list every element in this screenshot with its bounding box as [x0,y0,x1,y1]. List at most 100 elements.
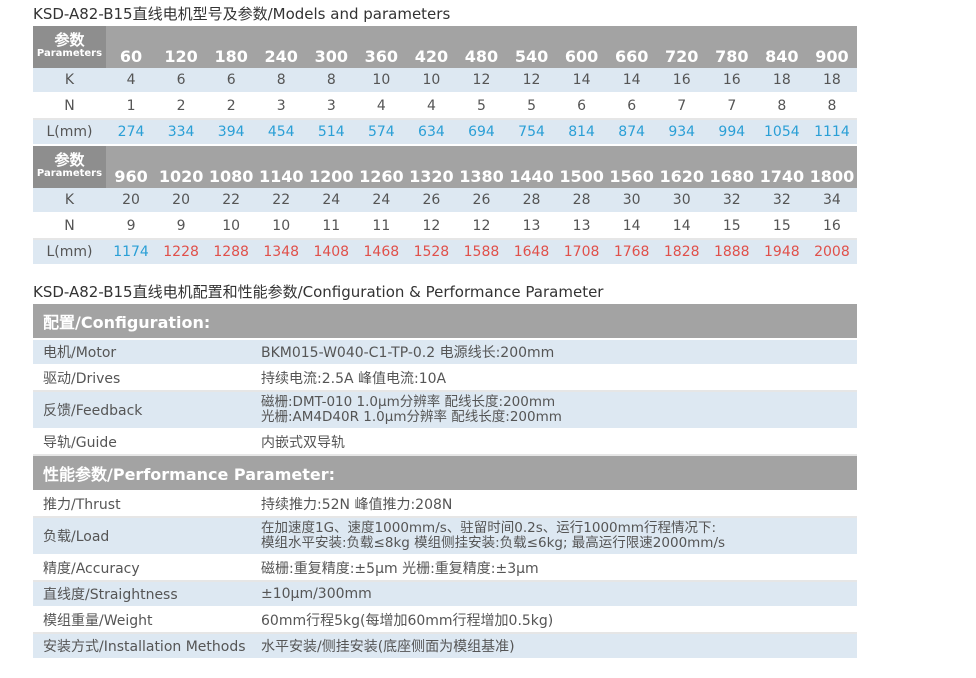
cell-k: 26 [406,188,457,214]
cell-k: 30 [606,188,657,214]
cell-k: 18 [806,68,857,94]
stroke-value: 660 [606,26,657,68]
stroke-value: 300 [306,26,357,68]
cell-k: 30 [656,188,707,214]
config-row-motor: 电机/Motor BKM015-W040-C1-TP-0.2 电源线长:200m… [33,339,857,366]
stroke-value: 840 [756,26,807,68]
cell-k: 12 [456,68,507,94]
cell-l: 1348 [256,239,307,266]
cell-l: 1054 [756,119,807,146]
thrust-value: 持续推力:52N 峰值推力:208N [251,491,857,518]
row-label-n: N [33,213,106,240]
stroke-value: 1260 [356,145,407,188]
cell-l: 934 [656,119,707,146]
cell-n: 14 [606,213,657,240]
straightness-value: ±10μm/300mm [251,581,857,608]
cell-l: 1288 [206,239,257,266]
cell-k: 32 [706,188,757,214]
cell-l: 1648 [506,239,557,266]
cell-n: 7 [656,93,707,120]
cell-n: 5 [456,93,507,120]
models-header-row-2: 参数 Parameters 960 1020 1080 1140 1200 1260 1320 1… [33,145,857,188]
stroke-value: 540 [506,26,557,68]
cell-n: 14 [656,213,707,240]
cell-n: 4 [406,93,457,120]
models-row-k: K 4 6 6 8 8 10 10 12 12 14 14 16 16 18 18 [33,68,857,94]
feedback-value-1: 磁栅:DMT-010 1.0μm分辨率 配线长度:200mm [261,394,556,410]
models-row-l: L(mm) 1174 1228 1288 1348 1408 1468 1528 1588 164… [33,239,857,266]
cell-n: 8 [806,93,857,120]
cell-n: 16 [806,213,857,240]
cell-k: 22 [206,188,257,214]
cell-k: 14 [556,68,607,94]
performance-section-header: 性能参数/Performance Parameter: [33,455,857,492]
config-row-feedback: 反馈/Feedback 磁栅:DMT-010 1.0μm分辨率 配线长度:200… [33,391,857,430]
cell-n: 12 [456,213,507,240]
config-row-straightness: 直线度/Straightness ±10μm/300mm [33,581,857,608]
row-label-n: N [33,93,106,120]
cell-k: 16 [706,68,757,94]
cell-n: 12 [406,213,457,240]
param-label-en: Parameters [36,48,103,59]
cell-k: 8 [256,68,307,94]
cell-l: 694 [456,119,507,146]
accuracy-label: 精度/Accuracy [33,555,251,582]
cell-l: 874 [606,119,657,146]
cell-n: 15 [756,213,807,240]
stroke-value: 900 [806,26,857,68]
stroke-value: 1140 [256,145,307,188]
param-header-cell: 参数 Parameters [33,26,106,68]
config-table: 配置/Configuration: 电机/Motor BKM015-W040-C… [33,304,857,660]
install-value: 水平安装/侧挂安装(底座侧面为模组基准) [251,633,857,660]
stroke-value: 1440 [506,145,557,188]
cell-l: 1228 [156,239,207,266]
stroke-value: 360 [356,26,407,68]
cell-n: 5 [506,93,557,120]
stroke-value: 780 [706,26,757,68]
cell-l: 814 [556,119,607,146]
cell-k: 22 [256,188,307,214]
cell-l: 1408 [306,239,357,266]
stroke-value: 180 [206,26,257,68]
config-row-guide: 导轨/Guide 内嵌式双导轨 [33,429,857,456]
cell-l: 334 [156,119,207,146]
motor-value: BKM015-W040-C1-TP-0.2 电源线长:200mm [251,339,857,366]
models-header-row-1: 参数 Parameters 60 120 180 240 300 360 420 480 540 60… [33,26,857,68]
stroke-value: 1560 [606,145,657,188]
cell-k: 18 [756,68,807,94]
models-row-k: K 20 20 22 22 24 24 26 26 28 28 30 30 32 32 34 [33,188,857,214]
cell-l: 754 [506,119,557,146]
cell-k: 20 [106,188,157,214]
cell-l: 1828 [656,239,707,266]
cell-n: 11 [306,213,357,240]
config-row-accuracy: 精度/Accuracy 磁栅:重复精度:±5μm 光栅:重复精度:±3μm [33,555,857,582]
stroke-value: 1080 [206,145,257,188]
cell-k: 16 [656,68,707,94]
config-row-load: 负载/Load 在加速度1G、速度1000mm/s、驻留时间0.2s、运行100… [33,517,857,556]
stroke-value: 240 [256,26,307,68]
load-value-1: 在加速度1G、速度1000mm/s、驻留时间0.2s、运行1000mm行程情况下… [261,520,716,536]
row-label-k: K [33,188,106,214]
stroke-value: 600 [556,26,607,68]
cell-l: 1588 [456,239,507,266]
cell-k: 28 [506,188,557,214]
cell-l: 574 [356,119,407,146]
stroke-value: 1620 [656,145,707,188]
models-row-l: L(mm) 274 334 394 454 514 574 634 694 754 814 874 93… [33,119,857,146]
config-row-thrust: 推力/Thrust 持续推力:52N 峰值推力:208N [33,491,857,518]
cell-n: 13 [506,213,557,240]
cell-n: 6 [556,93,607,120]
param-label-zh: 参数 [54,31,85,49]
cell-l: 1114 [806,119,857,146]
cell-n: 9 [106,213,157,240]
stroke-value: 420 [406,26,457,68]
cell-k: 8 [306,68,357,94]
cell-k: 28 [556,188,607,214]
param-header-cell: 参数 Parameters [33,145,106,188]
drives-label: 驱动/Drives [33,365,251,392]
cell-n: 2 [156,93,207,120]
cell-n: 9 [156,213,207,240]
row-label-l: L(mm) [33,239,106,266]
stroke-value: 1800 [806,145,857,188]
cell-l: 1468 [356,239,407,266]
